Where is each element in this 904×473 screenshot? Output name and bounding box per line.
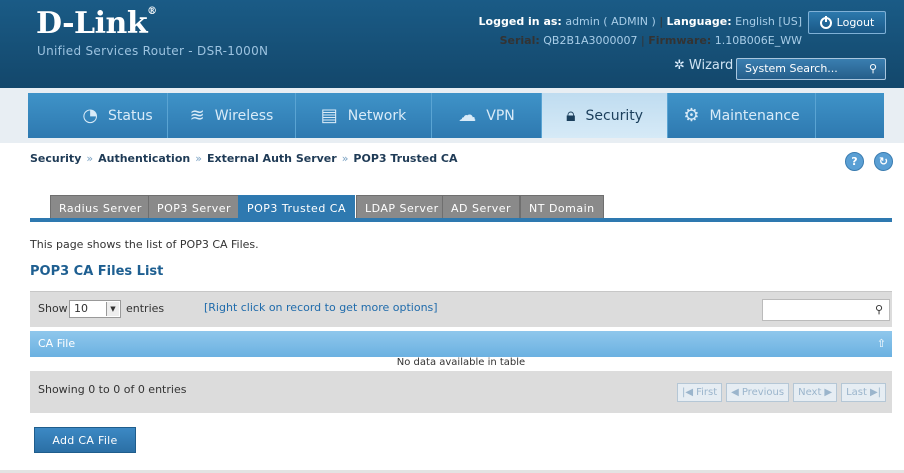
nav-network[interactable]: ▤ Network [296, 93, 432, 138]
nav-maintenance[interactable]: ⚙ Maintenance [668, 93, 816, 138]
breadcrumb-item[interactable]: Security [30, 152, 81, 165]
sort-icon[interactable]: ⇧ [877, 331, 886, 357]
breadcrumb: Security» Authentication» External Auth Se… [30, 152, 458, 165]
entries-select[interactable]: 10 ▼ [69, 300, 121, 318]
wand-icon: ✲ [674, 58, 685, 73]
refresh-icon[interactable]: ↻ [874, 152, 893, 171]
last-page-button[interactable]: Last ▶| [841, 383, 886, 402]
tab-pop3-server[interactable]: POP3 Server [148, 195, 240, 222]
nav-wireless[interactable]: ≋ Wireless [168, 93, 296, 138]
help-icon[interactable]: ? [845, 152, 864, 171]
lock-icon: 🔒︎ [565, 105, 576, 126]
system-search-input[interactable]: System Search... ⚲ [736, 58, 886, 80]
entries-count: Showing 0 to 0 of 0 entries [38, 383, 187, 396]
column-header-ca-file[interactable]: CA File ⇧ [30, 331, 892, 357]
breadcrumb-item[interactable]: Authentication [98, 152, 190, 165]
nav-status[interactable]: ◔ Status [28, 93, 168, 138]
chevron-down-icon: ▼ [106, 302, 119, 316]
tab-nt-domain[interactable]: NT Domain [520, 195, 604, 222]
device-info: Serial: QB2B1A3000007 | Firmware: 1.10B0… [499, 34, 802, 47]
product-subtitle: Unified Services Router - DSR-1000N [37, 44, 269, 58]
page-description: This page shows the list of POP3 CA File… [30, 238, 259, 251]
power-icon [819, 15, 832, 29]
gauge-icon: ◔ [82, 105, 99, 126]
breadcrumb-item[interactable]: External Auth Server [207, 152, 337, 165]
monitor-icon: ▤ [320, 105, 338, 126]
logout-button[interactable]: Logout [808, 11, 886, 34]
wizard-link[interactable]: ✲ Wizard [674, 58, 733, 73]
empty-table-message: No data available in table [30, 357, 892, 370]
tab-ldap-server[interactable]: LDAP Server [356, 195, 448, 222]
main-nav: ◔ Status ≋ Wireless ▤ Network ☁ VPN 🔒︎ Securi… [0, 88, 904, 143]
auth-tabs: Radius Server POP3 Server POP3 Trusted C… [30, 188, 892, 222]
table-footer: Showing 0 to 0 of 0 entries |◀ First ◀ P… [30, 371, 892, 413]
tab-radius-server[interactable]: Radius Server [50, 195, 151, 222]
gears-icon: ⚙ [683, 105, 700, 126]
list-title: POP3 CA Files List [30, 264, 164, 279]
table-search-input[interactable]: ⚲ [762, 299, 890, 321]
breadcrumb-current: POP3 Trusted CA [353, 152, 458, 165]
table-toolbar: Show 10 ▼ entries [Right click on record… [30, 291, 892, 327]
add-ca-file-button[interactable]: Add CA File [34, 427, 136, 453]
first-page-button[interactable]: |◀ First [677, 383, 723, 402]
vpn-icon: ☁ [458, 105, 477, 126]
next-page-button[interactable]: Next ▶ [793, 383, 838, 402]
dlink-logo: D-Link® [36, 6, 157, 41]
right-click-hint: [Right click on record to get more optio… [204, 301, 438, 314]
nav-vpn[interactable]: ☁ VPN [432, 93, 542, 138]
pagination: |◀ First ◀ Previous Next ▶ Last ▶| [677, 383, 886, 402]
search-icon: ⚲ [874, 303, 883, 316]
search-icon[interactable]: ⚲ [869, 59, 877, 79]
language-link[interactable]: English [US] [735, 15, 802, 28]
previous-page-button[interactable]: ◀ Previous [726, 383, 790, 402]
login-info: Logged in as: admin ( ADMIN ) | Language… [478, 15, 802, 28]
nav-security[interactable]: 🔒︎ Security [542, 93, 668, 138]
tab-ad-server[interactable]: AD Server [442, 195, 521, 222]
header: D-Link® Unified Services Router - DSR-10… [0, 0, 904, 88]
tab-pop3-trusted-ca[interactable]: POP3 Trusted CA [238, 195, 356, 222]
wifi-icon: ≋ [189, 105, 205, 126]
